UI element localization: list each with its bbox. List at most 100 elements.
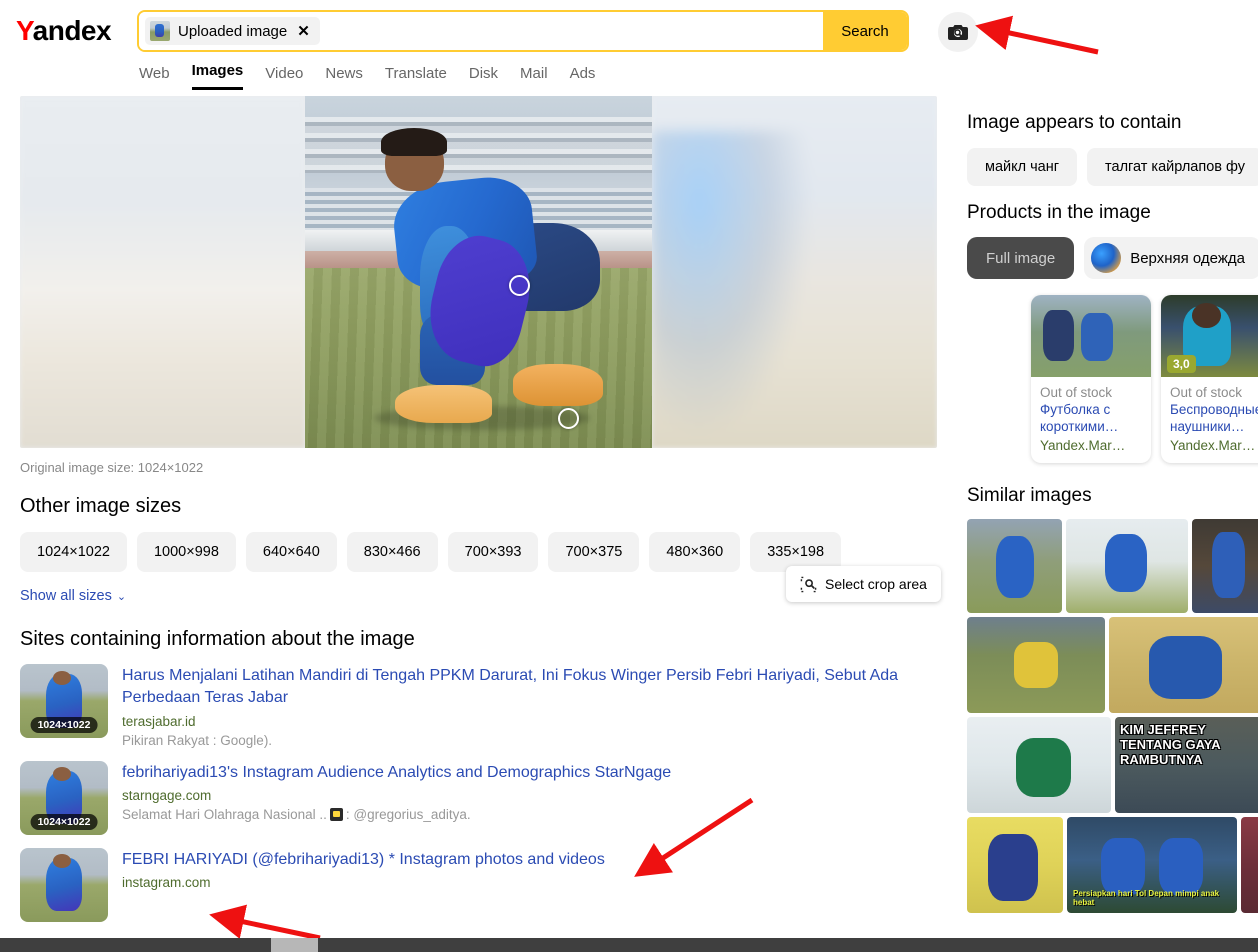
object-marker-sleeve[interactable] [558, 408, 579, 429]
product-filter-label: Верхняя одежда [1130, 249, 1245, 267]
similar-image-item[interactable] [1241, 816, 1258, 913]
search-input[interactable]: Uploaded image ✕ [139, 12, 823, 50]
similar-image-item[interactable] [1192, 518, 1258, 613]
horizontal-scrollbar[interactable] [0, 938, 1258, 952]
tab-translate[interactable]: Translate [385, 65, 447, 90]
tab-news[interactable]: News [325, 65, 363, 90]
uploaded-image-label: Uploaded image [178, 22, 288, 40]
size-chip[interactable]: 700×375 [548, 532, 640, 572]
site-domain: starngage.com [122, 788, 212, 804]
site-title-link[interactable]: FEBRI HARIYADI (@febrihariyadi13) * Inst… [122, 849, 605, 871]
product-rating-badge: 3,0 [1167, 355, 1196, 373]
show-all-sizes-link[interactable]: Show all sizes ⌄ [20, 588, 126, 604]
camera-search-icon[interactable] [938, 12, 978, 52]
site-description-suffix: : @gregorius_aditya. [345, 807, 471, 823]
product-shop: Yandex.Mar… [1170, 437, 1256, 453]
site-description: Pikiran Rakyat : Google). [122, 732, 273, 748]
product-stock-status: Out of stock [1040, 385, 1113, 400]
service-tabs[interactable]: Web Images Video News Translate Disk Mai… [139, 62, 595, 90]
similar-images-grid[interactable]: KIM JEFFREY TENTANG GAYA RAMBUTNYA Persi… [967, 518, 1258, 913]
similar-image-item[interactable]: Persiapkan hari Tol Depan mimpi anak heb… [1067, 816, 1237, 913]
product-card[interactable]: Out of stock Футболка с короткими… Yande… [1031, 295, 1151, 463]
tab-video[interactable]: Video [265, 65, 303, 90]
size-chip[interactable]: 1024×1022 [20, 532, 127, 572]
contains-tag[interactable]: майкл чанг [967, 148, 1078, 186]
product-card[interactable]: 3,0 Out of stock Беспроводные наушники… … [1161, 295, 1258, 463]
site-title-link[interactable]: Harus Menjalani Latihan Mandiri di Tenga… [122, 665, 922, 709]
camera-emoji-icon [329, 808, 343, 822]
size-chip[interactable]: 1000×998 [136, 532, 236, 572]
sidebar: Image appears to contain майкл чанг талг… [955, 96, 1258, 913]
main-column: Original image size: 1024×1022 Select cr… [0, 96, 955, 922]
product-shop: Yandex.Mar… [1040, 437, 1126, 453]
product-stock-status: Out of stock [1170, 385, 1243, 400]
preview-blur-left [20, 96, 305, 448]
site-result-row[interactable]: 1024×1022 Harus Menjalani Latihan Mandir… [20, 664, 955, 748]
search-button[interactable]: Search [823, 12, 907, 50]
close-icon[interactable]: ✕ [297, 24, 310, 39]
preview-blur-right [652, 96, 937, 448]
logo-letter-y: Y [16, 15, 33, 46]
chevron-down-icon: ⌄ [116, 590, 127, 603]
similar-image-item[interactable] [1066, 518, 1188, 613]
crop-magnifier-icon [800, 576, 817, 592]
similar-image-item[interactable] [967, 716, 1111, 813]
product-filter-thumbnail-icon [1091, 243, 1122, 273]
search-bar[interactable]: Uploaded image ✕ Search [137, 10, 909, 52]
site-result-row[interactable]: 1024×1022 febrihariyadi13's Instagram Au… [20, 760, 955, 835]
select-crop-area-button[interactable]: Select crop area [786, 566, 941, 602]
similar-image-item[interactable] [1109, 616, 1258, 713]
similar-images-heading: Similar images [967, 484, 1092, 506]
product-name[interactable]: Беспроводные наушники… [1170, 402, 1258, 436]
similar-image-item[interactable] [967, 616, 1105, 713]
site-thumbnail[interactable]: 1024×1022 [20, 664, 108, 738]
uploaded-image-thumbnail-icon [150, 21, 170, 41]
site-domain: terasjabar.id [122, 713, 196, 729]
thumbnail-size-badge: 1024×1022 [30, 717, 98, 733]
product-image [1031, 295, 1151, 377]
object-marker-jersey[interactable] [509, 275, 530, 296]
products-heading: Products in the image [967, 202, 1151, 223]
image-contains-tags[interactable]: майкл чанг талгат кайрлапов фу [967, 148, 1258, 186]
similar-image-overlay-caption: Persiapkan hari Tol Depan mimpi anak heb… [1073, 889, 1220, 907]
site-description-prefix: Selamat Hari Olahraga Nasional .. [122, 807, 327, 823]
product-cards[interactable]: Out of stock Футболка с короткими… Yande… [1031, 295, 1258, 463]
tab-mail[interactable]: Mail [520, 65, 548, 90]
size-chip[interactable]: 830×466 [346, 532, 438, 572]
similar-image-item[interactable] [967, 518, 1062, 613]
thumbnail-size-badge: 1024×1022 [30, 813, 98, 830]
select-crop-area-label: Select crop area [825, 576, 927, 592]
contains-tag[interactable]: талгат кайрлапов фу [1087, 148, 1258, 186]
image-contains-heading: Image appears to contain [967, 112, 1182, 133]
scrollbar-thumb[interactable] [271, 938, 318, 952]
product-image: 3,0 [1161, 295, 1258, 377]
product-filter-pills[interactable]: Full image Верхняя одежда [967, 237, 1258, 279]
product-name[interactable]: Футболка с короткими… [1040, 402, 1142, 436]
size-chip[interactable]: 640×640 [245, 532, 337, 572]
tab-ads[interactable]: Ads [570, 65, 596, 90]
tab-web[interactable]: Web [139, 65, 170, 90]
yandex-images-page: Yandex Uploaded image ✕ Search Web Image… [0, 0, 1258, 952]
product-filter-full-image[interactable]: Full image [967, 237, 1075, 279]
yandex-logo[interactable]: Yandex [16, 15, 112, 46]
similar-image-item[interactable]: KIM JEFFREY TENTANG GAYA RAMBUTNYA [1115, 716, 1258, 813]
tab-images[interactable]: Images [191, 62, 244, 90]
site-thumbnail[interactable]: 1024×1022 [20, 760, 108, 835]
show-all-sizes-label: Show all sizes [20, 588, 112, 604]
uploaded-image-chip[interactable]: Uploaded image ✕ [145, 17, 320, 45]
tab-disk[interactable]: Disk [469, 65, 498, 90]
sites-heading: Sites containing information about the i… [20, 628, 415, 650]
site-result-row[interactable]: FEBRI HARIYADI (@febrihariyadi13) * Inst… [20, 847, 955, 922]
similar-image-item[interactable] [967, 816, 1063, 913]
site-thumbnail[interactable] [20, 847, 108, 922]
site-title-link[interactable]: febrihariyadi13's Instagram Audience Ana… [122, 762, 671, 784]
preview-photo[interactable] [305, 96, 652, 448]
other-sizes-heading: Other image sizes [20, 495, 182, 517]
size-chip[interactable]: 480×360 [649, 532, 741, 572]
size-chip[interactable]: 700×393 [447, 532, 539, 572]
product-filter-outerwear[interactable]: Верхняя одежда [1084, 237, 1258, 279]
site-header: Yandex Uploaded image ✕ Search Web Image… [0, 0, 1258, 96]
site-domain: instagram.com [122, 875, 211, 891]
similar-image-overlay-text: KIM JEFFREY TENTANG GAYA RAMBUTNYA [1120, 721, 1221, 768]
preview-image[interactable] [20, 96, 937, 448]
